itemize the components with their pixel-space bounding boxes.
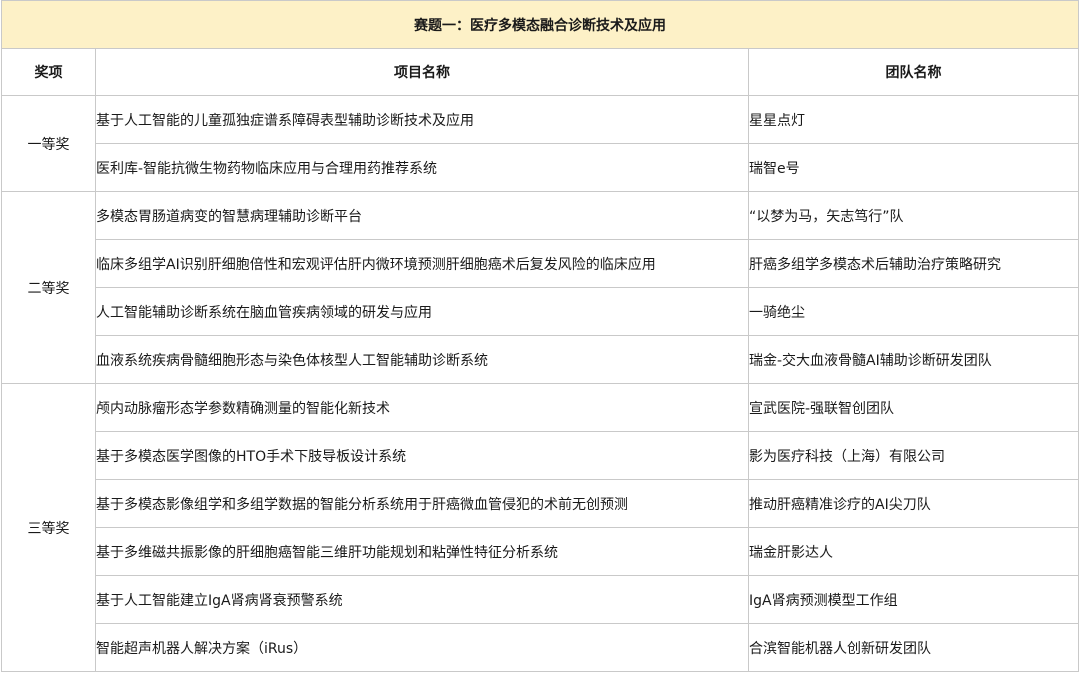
table-row: 医利库-智能抗微生物药物临床应用与合理用药推荐系统 瑞智e号 [2,143,1080,192]
team-name: 瑞智e号 [747,143,1080,192]
project-name: 基于多模态影像组学和多组学数据的智能分析系统用于肝癌微血管侵犯的术前无创预测 [95,479,749,528]
team-name: 星星点灯 [747,95,1080,144]
team-name: 推动肝癌精准诊疗的AI尖刀队 [747,479,1080,528]
team-name: 瑞金肝影达人 [747,527,1080,576]
team-name: 一骑绝尘 [747,287,1080,336]
award-label-second: 二等奖 [1,191,96,384]
table-row: 二等奖 多模态胃肠道病变的智慧病理辅助诊断平台 “以梦为马，矢志笃行”队 [1,191,1080,384]
project-name: 基于多模态医学图像的HTO手术下肢导板设计系统 [95,431,749,480]
table-row: 血液系统疾病骨髓细胞形态与染色体核型人工智能辅助诊断系统 瑞金-交大血液骨髓AI… [2,335,1080,384]
table-row: 基于多维磁共振影像的肝细胞癌智能三维肝功能规划和粘弹性特征分析系统 瑞金肝影达人 [2,527,1080,576]
table-row: 人工智能辅助诊断系统在脑血管疾病领域的研发与应用 一骑绝尘 [2,287,1080,336]
award-label-third: 三等奖 [1,383,96,672]
project-name: 人工智能辅助诊断系统在脑血管疾病领域的研发与应用 [95,287,749,336]
team-name: “以梦为马，矢志笃行”队 [747,191,1080,240]
award-label-first: 一等奖 [1,95,96,192]
table-row: 基于人工智能建立IgA肾病肾衰预警系统 IgA肾病预测模型工作组 [2,575,1080,624]
team-name: 肝癌多组学多模态术后辅助治疗策略研究 [747,239,1080,288]
title-row: 赛题一：医疗多模态融合诊断技术及应用 [0,0,1080,49]
team-name: 宣武医院-强联智创团队 [747,383,1080,432]
team-name: 瑞金-交大血液骨髓AI辅助诊断研发团队 [747,335,1080,384]
table-row: 基于多模态影像组学和多组学数据的智能分析系统用于肝癌微血管侵犯的术前无创预测 推… [2,479,1080,528]
project-name: 血液系统疾病骨髓细胞形态与染色体核型人工智能辅助诊断系统 [95,335,749,384]
header-team: 团队名称 [747,48,1080,96]
table-row: 三等奖 颅内动脉瘤形态学参数精确测量的智能化新技术 宣武医院-强联智创团队 [1,383,1080,672]
header-row: 奖项 项目名称 团队名称 [1,48,1080,96]
team-name: 合滨智能机器人创新研发团队 [747,623,1080,672]
project-name: 基于人工智能建立IgA肾病肾衰预警系统 [95,575,749,624]
project-name: 临床多组学AI识别肝细胞倍性和宏观评估肝内微环境预测肝细胞癌术后复发风险的临床应… [95,239,749,288]
team-name: IgA肾病预测模型工作组 [747,575,1080,624]
project-name: 颅内动脉瘤形态学参数精确测量的智能化新技术 [95,383,749,432]
project-name: 基于多维磁共振影像的肝细胞癌智能三维肝功能规划和粘弹性特征分析系统 [95,527,749,576]
project-name: 医利库-智能抗微生物药物临床应用与合理用药推荐系统 [95,143,749,192]
table-row: 一等奖 基于人工智能的儿童孤独症谱系障碍表型辅助诊断技术及应用 星星点灯 [1,95,1080,192]
table-row: 智能超声机器人解决方案（iRus） 合滨智能机器人创新研发团队 [2,623,1080,672]
team-name: 影为医疗科技（上海）有限公司 [747,431,1080,480]
table-title: 赛题一：医疗多模态融合诊断技术及应用 [0,0,1080,49]
awards-table: 赛题一：医疗多模态融合诊断技术及应用 奖项 项目名称 团队名称 一等奖 基于人工… [0,0,1080,672]
project-name: 多模态胃肠道病变的智慧病理辅助诊断平台 [95,191,749,240]
table-row: 临床多组学AI识别肝细胞倍性和宏观评估肝内微环境预测肝细胞癌术后复发风险的临床应… [2,239,1080,288]
header-project: 项目名称 [95,48,749,96]
project-name: 智能超声机器人解决方案（iRus） [95,623,749,672]
project-name: 基于人工智能的儿童孤独症谱系障碍表型辅助诊断技术及应用 [95,95,749,144]
table-row: 基于多模态医学图像的HTO手术下肢导板设计系统 影为医疗科技（上海）有限公司 [2,431,1080,480]
header-award: 奖项 [1,48,96,96]
